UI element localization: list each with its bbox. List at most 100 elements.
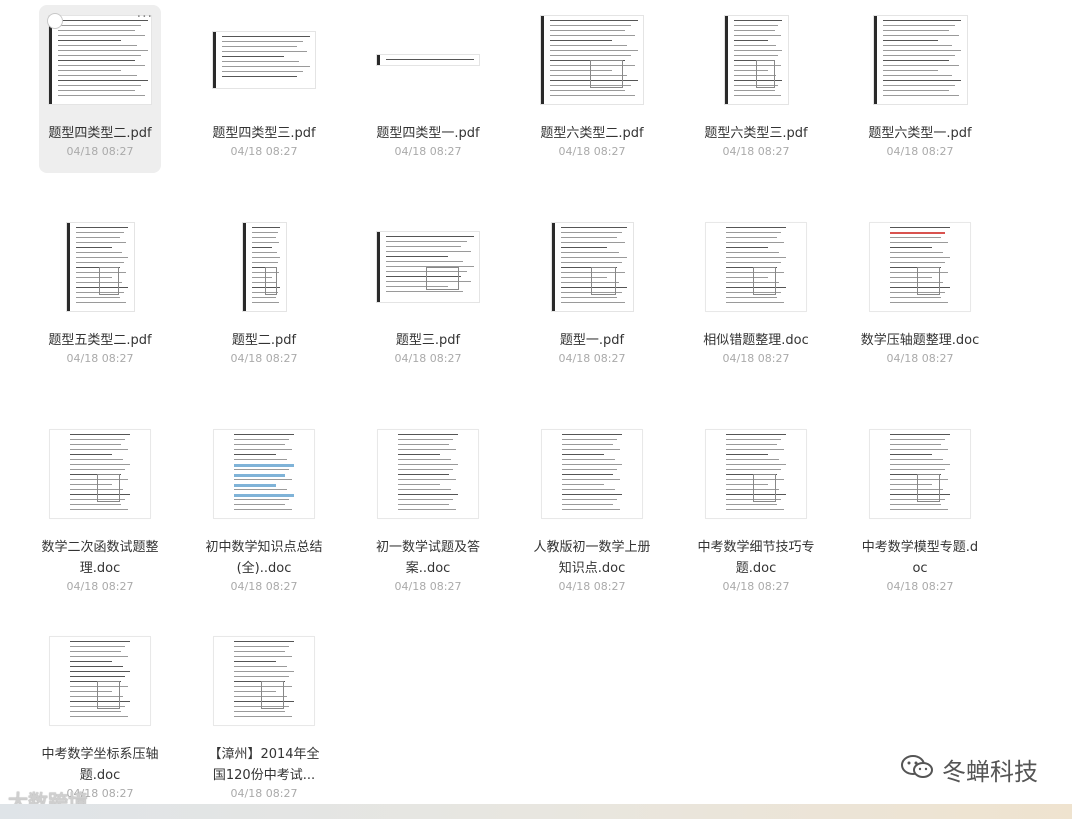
file-thumbnail <box>541 222 643 312</box>
file-item[interactable]: 题型四类型一.pdf 04/18 08:27 <box>367 5 489 173</box>
watermark-brand-text: 冬蝉科技 <box>942 758 1038 786</box>
file-date: 04/18 08:27 <box>230 580 298 593</box>
file-name: 数学二次函数试题整理.doc <box>41 540 159 576</box>
pdf-page-preview <box>873 16 967 104</box>
file-date: 04/18 08:27 <box>394 145 462 158</box>
file-item[interactable]: 中考数学细节技巧专题.doc 04/18 08:27 <box>695 419 817 593</box>
file-date: 04/18 08:27 <box>722 145 790 158</box>
file-thumbnail <box>869 429 971 519</box>
file-item[interactable]: 初中数学知识点总结(全)..doc 04/18 08:27 <box>203 419 325 593</box>
file-item[interactable]: 题型六类型三.pdf 04/18 08:27 <box>695 5 817 173</box>
file-name: 题型二.pdf <box>231 333 297 348</box>
file-thumbnail <box>377 222 479 312</box>
doc-page-preview <box>378 430 478 518</box>
file-item[interactable]: 题型一.pdf 04/18 08:27 <box>531 212 653 380</box>
file-thumbnail <box>377 429 479 519</box>
file-thumbnail <box>49 429 151 519</box>
file-thumbnail <box>213 429 315 519</box>
file-date: 04/18 08:27 <box>230 145 298 158</box>
file-thumbnail <box>213 636 315 726</box>
file-item[interactable]: 题型五类型二.pdf 04/18 08:27 <box>39 212 161 380</box>
file-item[interactable]: 人教版初一数学上册知识点.doc 04/18 08:27 <box>531 419 653 593</box>
file-name: 题型一.pdf <box>559 333 625 348</box>
file-item[interactable]: ··· 题型四类型二.pdf 04/18 08:27 <box>39 5 161 173</box>
file-name: 题型四类型二.pdf <box>48 126 152 141</box>
file-date: 04/18 08:27 <box>66 352 134 365</box>
wechat-icon <box>900 753 934 787</box>
file-name: 题型四类型一.pdf <box>376 126 480 141</box>
file-name: 初一数学试题及答案..doc <box>375 540 480 576</box>
doc-page-preview <box>50 430 150 518</box>
file-thumbnail <box>213 15 315 105</box>
doc-page-preview <box>214 430 314 518</box>
file-date: 04/18 08:27 <box>230 352 298 365</box>
file-date: 04/18 08:27 <box>886 580 954 593</box>
file-date: 04/18 08:27 <box>558 145 626 158</box>
file-item[interactable]: 相似错题整理.doc 04/18 08:27 <box>695 212 817 380</box>
file-thumbnail <box>49 222 151 312</box>
file-date: 04/18 08:27 <box>66 145 134 158</box>
pdf-page-preview <box>49 16 151 104</box>
file-date: 04/18 08:27 <box>394 352 462 365</box>
file-thumbnail <box>705 429 807 519</box>
file-thumbnail <box>49 15 151 105</box>
file-date: 04/18 08:27 <box>722 352 790 365</box>
file-item[interactable]: 【漳州】2014年全国120份中考试... 04/18 08:27 <box>203 626 325 800</box>
file-date: 04/18 08:27 <box>394 580 462 593</box>
file-item[interactable]: 题型四类型三.pdf 04/18 08:27 <box>203 5 325 173</box>
file-thumbnail <box>541 429 643 519</box>
select-checkbox[interactable] <box>47 13 63 29</box>
file-date: 04/18 08:27 <box>558 352 626 365</box>
file-name: 题型四类型三.pdf <box>212 126 316 141</box>
pdf-page-preview <box>377 55 479 65</box>
file-date: 04/18 08:27 <box>886 145 954 158</box>
file-name: 题型六类型三.pdf <box>704 126 808 141</box>
file-item[interactable]: 数学压轴题整理.doc 04/18 08:27 <box>859 212 981 380</box>
file-name: 题型五类型二.pdf <box>48 333 152 348</box>
file-item[interactable]: 中考数学坐标系压轴题.doc 04/18 08:27 <box>39 626 161 800</box>
file-date: 04/18 08:27 <box>66 580 134 593</box>
doc-page-preview <box>50 637 150 725</box>
file-item[interactable]: 数学二次函数试题整理.doc 04/18 08:27 <box>39 419 161 593</box>
file-thumbnail <box>213 222 315 312</box>
file-thumbnail <box>705 222 807 312</box>
file-name: 题型六类型一.pdf <box>868 126 972 141</box>
file-name: 中考数学模型专题.doc <box>861 540 979 576</box>
file-item[interactable]: 题型六类型一.pdf 04/18 08:27 <box>859 5 981 173</box>
more-options-icon[interactable]: ··· <box>137 9 153 25</box>
file-date: 04/18 08:27 <box>722 580 790 593</box>
file-name: 【漳州】2014年全国120份中考试... <box>208 747 320 783</box>
file-name: 初中数学知识点总结(全)..doc <box>205 540 323 576</box>
file-item[interactable]: 题型二.pdf 04/18 08:27 <box>203 212 325 380</box>
file-item[interactable]: 题型三.pdf 04/18 08:27 <box>367 212 489 380</box>
pdf-page-preview <box>724 16 788 104</box>
watermark-brand: 冬蝉科技 <box>900 752 1038 787</box>
doc-page-preview <box>214 637 314 725</box>
file-thumbnail <box>869 15 971 105</box>
file-name: 人教版初一数学上册知识点.doc <box>533 540 651 576</box>
file-thumbnail <box>705 15 807 105</box>
file-item[interactable]: 初一数学试题及答案..doc 04/18 08:27 <box>367 419 489 593</box>
file-name: 相似错题整理.doc <box>703 333 809 348</box>
pdf-page-preview <box>66 223 134 311</box>
file-date: 04/18 08:27 <box>886 352 954 365</box>
file-date: 04/18 08:27 <box>230 787 298 800</box>
file-name: 中考数学细节技巧专题.doc <box>697 540 815 576</box>
file-item[interactable]: 中考数学模型专题.doc 04/18 08:27 <box>859 419 981 593</box>
pdf-page-preview <box>242 223 286 311</box>
file-name: 数学压轴题整理.doc <box>860 333 980 348</box>
pdf-page-preview <box>213 32 315 88</box>
file-thumbnail <box>377 15 479 105</box>
pdf-page-preview <box>551 223 633 311</box>
pdf-page-preview <box>541 16 643 104</box>
doc-page-preview <box>706 223 806 311</box>
file-thumbnail <box>49 636 151 726</box>
bottom-strip <box>0 804 1072 819</box>
file-grid: ··· 题型四类型二.pdf 04/18 08:27 题型四类型三.pdf 04/18 … <box>0 0 1072 819</box>
file-item[interactable]: 题型六类型二.pdf 04/18 08:27 <box>531 5 653 173</box>
doc-page-preview <box>542 430 642 518</box>
doc-page-preview <box>870 430 970 518</box>
file-thumbnail <box>869 222 971 312</box>
file-name: 题型六类型二.pdf <box>540 126 644 141</box>
file-thumbnail <box>541 15 643 105</box>
